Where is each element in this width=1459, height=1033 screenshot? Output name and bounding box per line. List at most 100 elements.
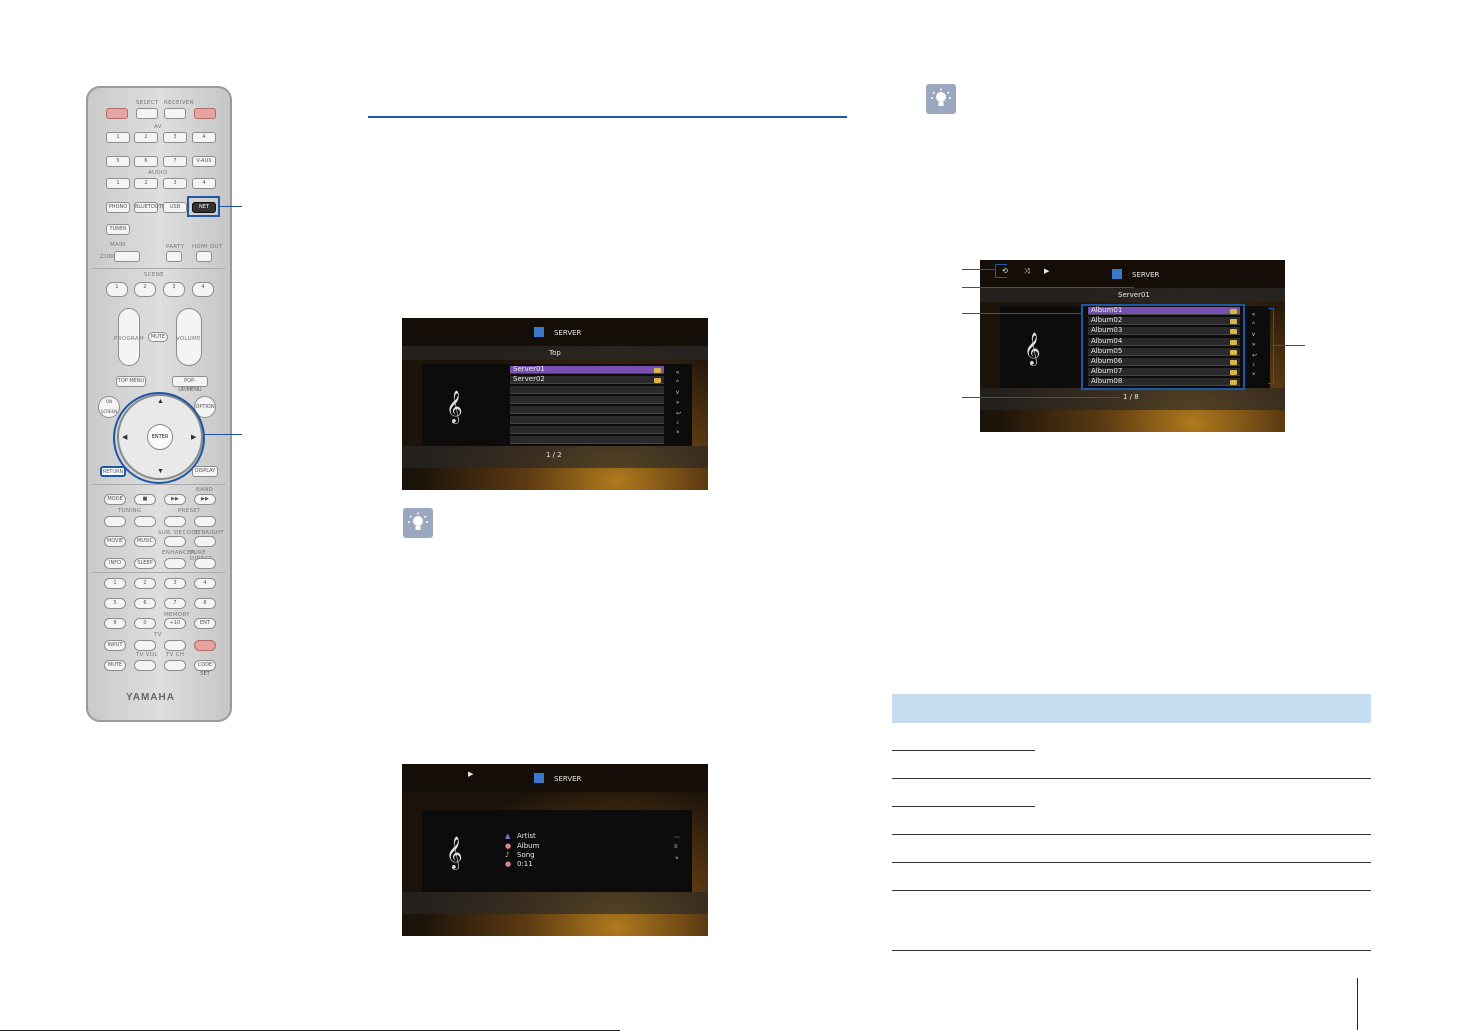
volume-label: VOLUME [176,336,201,342]
scene-button-3[interactable]: 3 [163,282,185,297]
num-button-1[interactable]: 1 [104,578,126,589]
tv-vol-up-button[interactable] [134,640,156,651]
code-set-button[interactable]: CODE SET [194,660,216,677]
play-button[interactable]: ▶▶ [164,494,186,505]
num-button-4[interactable]: 4 [194,578,216,589]
now-playing-icon[interactable]: ♪ [1252,362,1255,368]
num-button-0[interactable]: 0 [134,618,156,629]
tuning-down-button[interactable] [104,516,126,527]
popup-menu-button[interactable]: POP-UP/MENU [172,376,208,393]
table-header [892,694,1371,723]
tv-mute-button[interactable]: MUTE [104,660,126,671]
v-aux-button[interactable]: V-AUX [192,156,216,167]
av-button-1[interactable]: 1 [106,132,130,143]
av-button-2[interactable]: 2 [134,132,158,143]
tv-vol-down-button[interactable] [134,660,156,671]
now-playing-icon[interactable]: ♪ [676,420,679,426]
divider [92,572,226,573]
num-button-5[interactable]: 5 [104,598,126,609]
on-screen-button[interactable]: ON SCREEN [98,396,120,418]
plus-ten-button[interactable]: +10 [164,618,186,629]
receiver-power-button[interactable] [194,108,216,119]
select-button-1[interactable] [136,108,158,119]
audio-button-2[interactable]: 2 [134,178,158,189]
av-button-5[interactable]: 5 [106,156,130,167]
mode-button[interactable]: MODE [104,494,126,505]
num-button-6[interactable]: 6 [134,598,156,609]
sleep-button[interactable]: SLEEP [134,558,156,569]
usb-button[interactable]: USB [163,202,187,213]
list-item[interactable]: Server01 [510,365,664,374]
tv-ch-up-button[interactable] [164,640,186,651]
down-icon[interactable]: v [676,390,679,396]
up-icon[interactable]: ^ [676,380,679,386]
num-button-8[interactable]: 8 [194,598,216,609]
num-button-2[interactable]: 2 [134,578,156,589]
tuning-up-button[interactable] [134,516,156,527]
zone-switch[interactable] [114,251,140,262]
page-up-icon[interactable]: « [676,370,679,376]
page-down-icon[interactable]: » [1252,342,1255,348]
page-up-icon[interactable]: « [1252,312,1255,318]
mute-button[interactable]: MUTE [148,332,168,342]
list-item[interactable]: Server02 [510,375,664,384]
sur-decode-button[interactable] [164,536,186,547]
list-icon[interactable]: ≡ [674,844,678,850]
tv-input-button[interactable]: INPUT [104,640,126,651]
movie-button[interactable]: MOVIE [104,536,126,547]
return-icon[interactable]: ↩ [1252,352,1257,359]
num-button-3[interactable]: 3 [164,578,186,589]
num-button-7[interactable]: 7 [164,598,186,609]
av-button-3[interactable]: 3 [163,132,187,143]
close-icon[interactable]: × [676,430,680,436]
av-button-6[interactable]: 6 [134,156,158,167]
av-button-7[interactable]: 7 [163,156,187,167]
top-menu-button[interactable]: TOP MENU [116,376,146,387]
scene-button-1[interactable]: 1 [106,282,128,297]
info-button[interactable]: INFO [104,558,126,569]
close-icon[interactable]: × [675,856,679,862]
select-label: SELECT [136,100,159,106]
tv-ch-down-button[interactable] [164,660,186,671]
skip-button[interactable]: ▶▶ [194,494,216,505]
ent-button[interactable]: ENT [194,618,216,629]
av-button-4[interactable]: 4 [192,132,216,143]
folder-icon [654,378,661,383]
return-icon[interactable]: ↩ [676,410,681,417]
stop-button[interactable]: ■ [134,494,156,505]
preset-down-button[interactable] [164,516,186,527]
select-button-2[interactable] [164,108,186,119]
more-icon[interactable]: ⋯ [674,834,680,841]
callout-line [1274,345,1305,346]
screen-server-top: SERVER Top 𝄞 Server01 Server02 « ^ v » ↩… [402,318,708,490]
tuning-label: TUNING [118,508,142,514]
enhancer-button[interactable] [164,558,186,569]
audio-button-3[interactable]: 3 [163,178,187,189]
preset-label: PRESET [178,508,201,514]
straight-button[interactable] [194,536,216,547]
screen-title: SERVER [554,329,582,337]
audio-button-4[interactable]: 4 [192,178,216,189]
bluetooth-button[interactable]: BLUETOOTH [134,202,166,213]
tuner-button[interactable]: TUNER [106,224,130,235]
party-button[interactable] [166,251,182,262]
tip-icon [926,84,956,114]
close-icon[interactable]: × [1252,372,1256,378]
tv-power-button[interactable] [194,640,216,651]
phono-button[interactable]: PHONO [106,202,130,213]
music-button[interactable]: MUSIC [134,536,156,547]
down-icon[interactable]: v [1252,332,1255,338]
num-button-9[interactable]: 9 [104,618,126,629]
page-down-icon[interactable]: » [676,400,679,406]
scene-button-2[interactable]: 2 [134,282,156,297]
item-label: Server02 [513,375,545,383]
source-power-button[interactable] [106,108,128,119]
audio-button-1[interactable]: 1 [106,178,130,189]
hdmi-out-button[interactable] [196,251,212,262]
scene-button-4[interactable]: 4 [192,282,214,297]
preset-up-button[interactable] [194,516,216,527]
up-icon[interactable]: ^ [1252,322,1255,328]
return-button[interactable]: RETURN [100,466,126,477]
pure-direct-button[interactable] [194,558,216,569]
display-button[interactable]: DISPLAY [192,466,218,477]
